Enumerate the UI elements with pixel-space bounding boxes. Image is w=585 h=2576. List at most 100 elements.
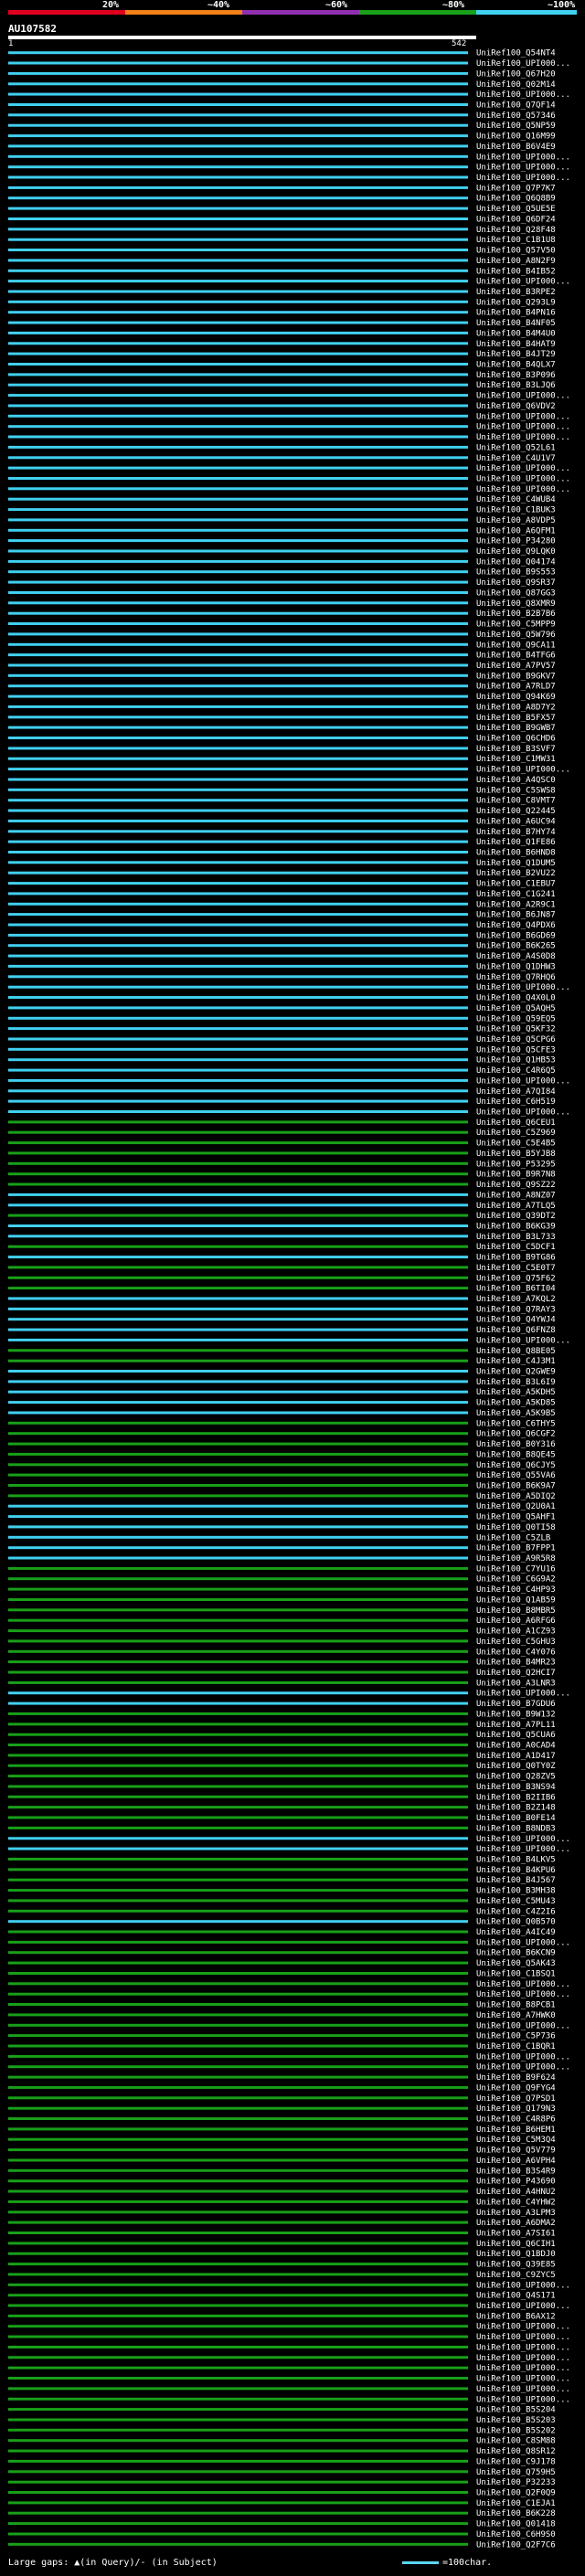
hit-row[interactable]: UniRef100_Q7QF14 xyxy=(8,101,556,111)
hit-label[interactable]: UniRef100_P43690 xyxy=(476,2178,556,2187)
hit-row[interactable]: UniRef100_Q7P7K7 xyxy=(8,184,556,193)
hit-row[interactable]: UniRef100_C1EJA1 xyxy=(8,2499,556,2508)
hit-bar[interactable] xyxy=(8,2106,468,2110)
hit-bar[interactable] xyxy=(8,1566,468,1570)
hit-row[interactable]: UniRef100_A7PL11 xyxy=(8,1721,556,1730)
hit-label[interactable]: UniRef100_Q6Q8B9 xyxy=(476,195,556,204)
hit-row[interactable]: UniRef100_Q2F7C6 xyxy=(8,2540,556,2549)
hit-bar[interactable] xyxy=(8,778,468,781)
hit-bar[interactable] xyxy=(8,1806,468,1809)
hit-label[interactable]: UniRef100_C8SM88 xyxy=(476,2437,556,2446)
hit-bar[interactable] xyxy=(8,799,468,802)
hit-row[interactable]: UniRef100_Q5AK43 xyxy=(8,1959,556,1968)
hit-bar[interactable] xyxy=(8,840,468,843)
hit-bar[interactable] xyxy=(8,228,468,231)
hit-bar[interactable] xyxy=(8,1078,468,1082)
hit-bar[interactable] xyxy=(8,487,468,491)
hit-row[interactable]: UniRef100_C4R8P6 xyxy=(8,2115,556,2125)
hit-bar[interactable] xyxy=(8,954,468,958)
hit-bar[interactable] xyxy=(8,1161,468,1165)
hit-label[interactable]: UniRef100_Q4S171 xyxy=(476,2292,556,2301)
hit-bar[interactable] xyxy=(8,2428,468,2432)
hit-row[interactable]: UniRef100_C6H9S0 xyxy=(8,2530,556,2539)
hit-bar[interactable] xyxy=(8,1744,468,1746)
hit-row[interactable]: UniRef100_A2R9C1 xyxy=(8,900,556,909)
hit-row[interactable]: UniRef100_B4J567 xyxy=(8,1876,556,1885)
hit-label[interactable]: UniRef100_UPI000... xyxy=(476,174,570,183)
hit-row[interactable]: UniRef100_Q179N3 xyxy=(8,2104,556,2114)
hit-row[interactable]: UniRef100_UPI000... xyxy=(8,2364,570,2373)
hit-label[interactable]: UniRef100_A3LNR3 xyxy=(476,1679,556,1688)
hit-bar[interactable] xyxy=(8,2054,468,2058)
hit-label[interactable]: UniRef100_A8N2F9 xyxy=(476,257,556,266)
hit-bar[interactable] xyxy=(8,1463,468,1467)
hit-row[interactable]: UniRef100_Q8XMR9 xyxy=(8,599,556,609)
hit-bar[interactable] xyxy=(8,414,468,418)
hit-label[interactable]: UniRef100_Q01418 xyxy=(476,2520,556,2529)
hit-row[interactable]: UniRef100_Q759H5 xyxy=(8,2468,556,2477)
hit-label[interactable]: UniRef100_A9R5R8 xyxy=(476,1554,556,1564)
hit-label[interactable]: UniRef100_UPI000... xyxy=(476,983,570,992)
hit-row[interactable]: UniRef100_A6RFG6 xyxy=(8,1617,556,1626)
hit-bar[interactable] xyxy=(8,673,468,677)
hit-label[interactable]: UniRef100_B4JT29 xyxy=(476,350,556,359)
hit-row[interactable]: UniRef100_Q0B570 xyxy=(8,1918,556,1927)
hit-row[interactable]: UniRef100_UPI000... xyxy=(8,2021,570,2030)
hit-bar[interactable] xyxy=(8,2075,468,2079)
hit-bar[interactable] xyxy=(8,1629,468,1633)
hit-bar[interactable] xyxy=(8,280,468,283)
hit-label[interactable]: UniRef100_A5K9B5 xyxy=(476,1409,556,1418)
hit-bar[interactable] xyxy=(8,154,468,158)
hit-bar[interactable] xyxy=(8,2189,468,2193)
hit-row[interactable]: UniRef100_UPI000... xyxy=(8,153,570,162)
hit-row[interactable]: UniRef100_A3LNR3 xyxy=(8,1679,556,1688)
hit-label[interactable]: UniRef100_B3RPE2 xyxy=(476,288,556,297)
hit-bar[interactable] xyxy=(8,404,468,408)
hit-label[interactable]: UniRef100_B3P096 xyxy=(476,371,556,380)
hit-label[interactable]: UniRef100_Q55VA6 xyxy=(476,1471,556,1480)
hit-label[interactable]: UniRef100_Q6CGF2 xyxy=(476,1430,556,1439)
hit-label[interactable]: UniRef100_Q28ZV5 xyxy=(476,1773,556,1782)
hit-row[interactable]: UniRef100_UPI000... xyxy=(8,412,570,421)
hit-row[interactable]: UniRef100_Q0TI58 xyxy=(8,1523,556,1532)
hit-label[interactable]: UniRef100_Q1AB59 xyxy=(476,1596,556,1606)
hit-bar[interactable] xyxy=(8,882,468,885)
hit-label[interactable]: UniRef100_UPI000... xyxy=(476,1980,570,1989)
hit-label[interactable]: UniRef100_C1B1U8 xyxy=(476,236,556,245)
hit-row[interactable]: UniRef100_B5YJB8 xyxy=(8,1150,556,1159)
hit-row[interactable]: UniRef100_C5MU43 xyxy=(8,1897,556,1906)
hit-label[interactable]: UniRef100_UPI000... xyxy=(476,1835,570,1844)
hit-row[interactable]: UniRef100_A8N2F9 xyxy=(8,257,556,266)
hit-label[interactable]: UniRef100_B2B7B6 xyxy=(476,610,556,619)
hit-bar[interactable] xyxy=(8,1649,468,1653)
hit-label[interactable]: UniRef100_C4HP93 xyxy=(476,1585,556,1595)
hit-row[interactable]: UniRef100_C1G241 xyxy=(8,890,556,899)
hit-bar[interactable] xyxy=(8,1047,468,1051)
hit-row[interactable]: UniRef100_B3MH38 xyxy=(8,1887,556,1896)
hit-row[interactable]: UniRef100_C4Z2I6 xyxy=(8,1907,556,1916)
hit-row[interactable]: UniRef100_A5KDH5 xyxy=(8,1388,556,1397)
hit-label[interactable]: UniRef100_A6DMA2 xyxy=(476,2219,556,2228)
hit-bar[interactable] xyxy=(8,1701,468,1705)
hit-row[interactable]: UniRef100_C5SWS8 xyxy=(8,786,556,795)
hit-label[interactable]: UniRef100_Q8BE05 xyxy=(476,1347,556,1356)
hit-row[interactable]: UniRef100_Q6CHD6 xyxy=(8,735,556,744)
hit-label[interactable]: UniRef100_Q94K69 xyxy=(476,693,556,702)
hit-row[interactable]: UniRef100_UPI000... xyxy=(8,2344,570,2353)
hit-row[interactable]: UniRef100_Q67H20 xyxy=(8,69,556,79)
hit-row[interactable]: UniRef100_B9TG86 xyxy=(8,1254,556,1263)
hit-bar[interactable] xyxy=(8,1297,468,1300)
hit-row[interactable]: UniRef100_B9W132 xyxy=(8,1710,556,1719)
hit-row[interactable]: UniRef100_A6VPH4 xyxy=(8,2157,556,2166)
hit-bar[interactable] xyxy=(8,2242,468,2245)
hit-row[interactable]: UniRef100_B3NS94 xyxy=(8,1783,556,1792)
hit-bar[interactable] xyxy=(8,1141,468,1145)
hit-row[interactable]: UniRef100_Q04174 xyxy=(8,557,556,567)
hit-row[interactable]: UniRef100_UPI000... xyxy=(8,2395,570,2404)
hit-row[interactable]: UniRef100_Q9SZ22 xyxy=(8,1181,556,1190)
hit-bar[interactable] xyxy=(8,1287,468,1290)
hit-row[interactable]: UniRef100_C5MPP9 xyxy=(8,620,556,630)
hit-row[interactable]: UniRef100_B6TI04 xyxy=(8,1285,556,1294)
hit-row[interactable]: UniRef100_Q9SR37 xyxy=(8,578,556,588)
hit-row[interactable]: UniRef100_A8VDP5 xyxy=(8,516,556,525)
